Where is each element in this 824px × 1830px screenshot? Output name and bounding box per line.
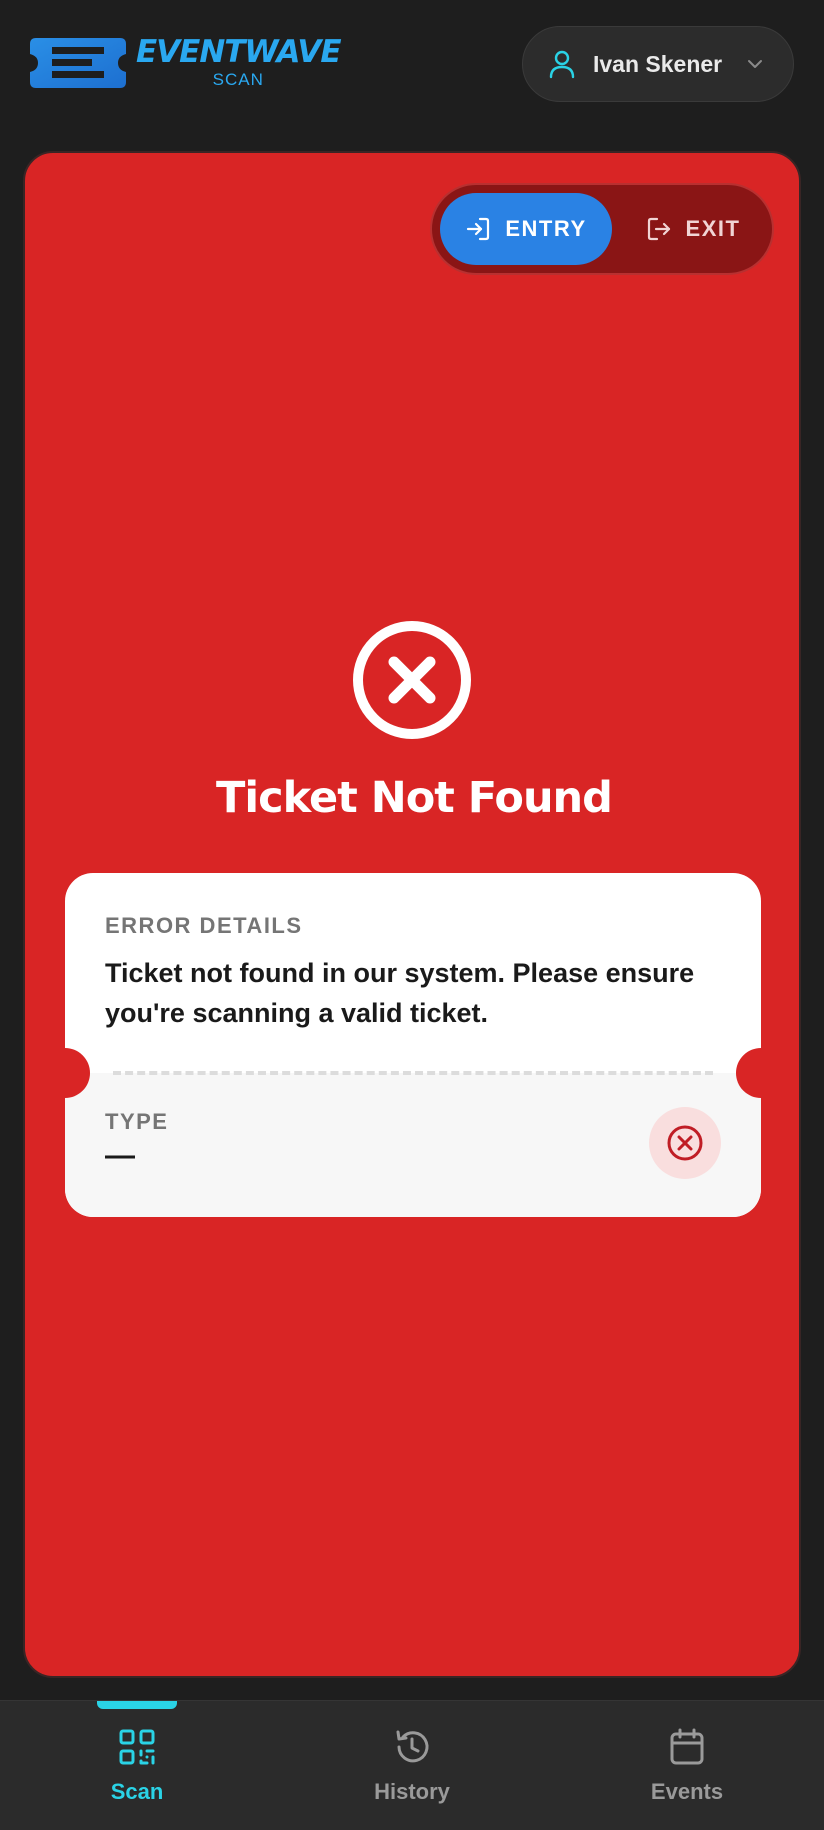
type-label: TYPE (105, 1109, 169, 1134)
error-x-circle-icon (353, 621, 471, 739)
history-icon (396, 1730, 429, 1763)
error-details-panel: ERROR DETAILS Ticket not found in our sy… (65, 873, 761, 1217)
result-title: Ticket Not Found (216, 773, 613, 823)
nav-history-label: History (374, 1779, 450, 1804)
qr-code-icon (119, 1729, 155, 1765)
exit-mode-button[interactable]: EXIT (620, 193, 766, 265)
user-menu-button[interactable]: Ivan Skener (522, 26, 794, 102)
nav-history[interactable]: History (275, 1701, 549, 1830)
type-value: — (105, 1139, 135, 1172)
error-message: Ticket not found in our system. Please e… (105, 958, 695, 1028)
type-status-badge (649, 1107, 721, 1179)
scan-result-card: ENTRY EXIT Ticket Not Found ERROR DETAIL… (23, 151, 801, 1678)
brand-name: EVENTWAVE (136, 33, 342, 70)
nav-scan[interactable]: Scan (0, 1701, 274, 1830)
logout-icon (647, 217, 670, 241)
error-details-label: ERROR DETAILS (105, 913, 303, 938)
entry-label: ENTRY (505, 216, 587, 241)
exit-label: EXIT (685, 216, 741, 241)
user-icon (549, 50, 575, 79)
scanner-app: EVENTWAVE SCAN Ivan Skener ENTRY EXIT Ti… (0, 0, 824, 1830)
login-icon (467, 217, 490, 241)
ticket-divider (113, 1071, 713, 1075)
calendar-icon (670, 1728, 704, 1765)
brand-subtitle: SCAN (212, 69, 264, 89)
nav-scan-label: Scan (110, 1779, 164, 1804)
x-circle-icon (667, 1125, 703, 1161)
bottom-navigation: Scan History Events (0, 1700, 824, 1830)
entry-exit-toggle: ENTRY EXIT (430, 183, 774, 275)
user-name: Ivan Skener (593, 50, 723, 77)
chevron-down-icon (748, 60, 762, 68)
app-header: EVENTWAVE SCAN Ivan Skener (0, 0, 824, 130)
nav-events-label: Events (650, 1779, 724, 1804)
nav-events[interactable]: Events (550, 1701, 824, 1830)
ticket-logo-icon (30, 38, 126, 88)
eventwave-logo: EVENTWAVE SCAN (30, 33, 342, 92)
entry-mode-button[interactable]: ENTRY (440, 193, 612, 265)
